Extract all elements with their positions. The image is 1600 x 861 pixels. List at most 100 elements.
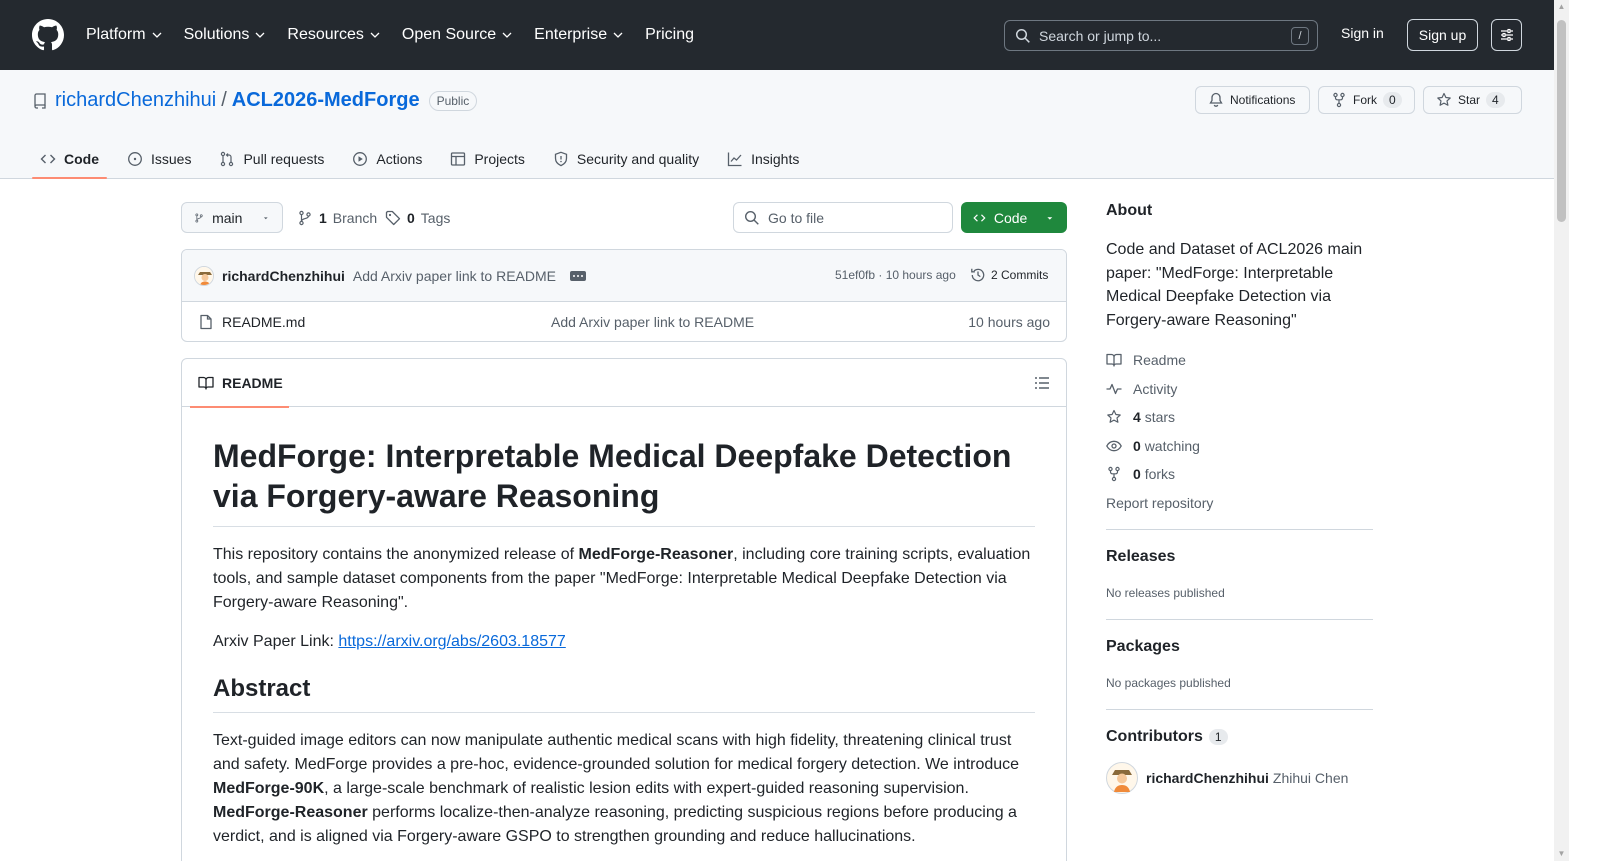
star-count: 4: [1486, 92, 1505, 108]
code-icon: [973, 213, 986, 222]
search-placeholder: Search or jump to...: [1039, 27, 1162, 44]
tab-code[interactable]: Code: [32, 140, 107, 179]
watching-label: watching: [1144, 437, 1200, 454]
about-links: Readme Activity 4 stars 0 watching 0 for…: [1106, 346, 1373, 517]
readme-content: MedForge: Interpretable Medical Deepfake…: [182, 436, 1066, 849]
tags-link[interactable]: 0 Tags: [385, 210, 450, 226]
nav-solutions[interactable]: Solutions: [184, 26, 266, 44]
readme-link[interactable]: Readme: [1106, 346, 1373, 375]
contributors-heading[interactable]: Contributors: [1106, 728, 1203, 746]
sign-up-button[interactable]: Sign up: [1407, 19, 1478, 51]
activity-link[interactable]: Activity: [1106, 375, 1373, 404]
fork-button[interactable]: Fork 0: [1318, 86, 1415, 114]
arxiv-link[interactable]: https://arxiv.org/abs/2603.18577: [338, 633, 565, 650]
nav-open-source[interactable]: Open Source: [402, 26, 512, 44]
tab-projects[interactable]: Projects: [442, 140, 533, 178]
tab-pull-requests-label: Pull requests: [243, 151, 325, 167]
commit-message[interactable]: Add Arxiv paper link to README: [353, 268, 556, 284]
caret-down-icon: [1047, 216, 1053, 220]
file-commit-message[interactable]: Add Arxiv paper link to README: [551, 314, 754, 330]
stars-label: stars: [1144, 409, 1176, 426]
file-name-link[interactable]: README.md: [222, 314, 305, 330]
branch-count-label: Branch: [332, 210, 378, 226]
chevron-down-icon: [613, 32, 623, 38]
readme-tab[interactable]: README: [190, 359, 289, 408]
scrollbar-thumb[interactable]: [1557, 20, 1566, 222]
watching-link[interactable]: 0 watching: [1106, 432, 1373, 461]
search-icon: [1015, 28, 1030, 43]
stars-count: 4: [1133, 409, 1141, 426]
nav-pricing[interactable]: Pricing: [645, 26, 694, 44]
tab-issues[interactable]: Issues: [119, 140, 199, 178]
table-of-contents-icon[interactable]: [1034, 375, 1050, 391]
nav-solutions-label: Solutions: [183, 26, 250, 43]
book-icon: [198, 376, 214, 390]
visibility-badge: Public: [428, 90, 478, 111]
contributor-avatar[interactable]: [1106, 762, 1138, 794]
nav-platform[interactable]: Platform: [86, 26, 162, 44]
commits-count: 2 Commits: [991, 268, 1049, 282]
nav-resources[interactable]: Resources: [287, 26, 380, 44]
graph-icon: [727, 152, 742, 167]
search-input[interactable]: Search or jump to... /: [1004, 20, 1318, 51]
chevron-down-icon: [370, 32, 380, 38]
abstract-heading: Abstract: [213, 674, 1035, 713]
releases-heading[interactable]: Releases: [1106, 548, 1373, 566]
nav-pricing-label: Pricing: [645, 26, 694, 43]
branch-selector[interactable]: main: [181, 202, 283, 233]
tab-security[interactable]: Security and quality: [545, 140, 707, 178]
readme-intro: This repository contains the anonymized …: [213, 543, 1035, 615]
notifications-button[interactable]: Notifications: [1195, 86, 1310, 114]
commit-hash-time[interactable]: 51ef0fb · 10 hours ago: [835, 268, 956, 282]
contributor-item[interactable]: richardChenzhihui Zhihui Chen: [1106, 762, 1373, 794]
branches-link[interactable]: 1 Branch: [297, 210, 377, 226]
repo-icon: [34, 92, 46, 109]
arxiv-line: Arxiv Paper Link: https://arxiv.org/abs/…: [213, 630, 1035, 654]
star-button[interactable]: Star 4: [1423, 86, 1522, 114]
pulse-icon: [1106, 383, 1122, 394]
repo-name-link[interactable]: ACL2026-MedForge: [232, 89, 420, 112]
page-scrollbar[interactable]: ▲ ▼: [1554, 0, 1569, 861]
search-icon: [744, 210, 759, 225]
nav-enterprise[interactable]: Enterprise: [534, 26, 623, 44]
tab-actions[interactable]: Actions: [344, 140, 430, 178]
sign-in-link[interactable]: Sign in: [1341, 25, 1384, 41]
branch-icon: [195, 212, 203, 223]
packages-heading[interactable]: Packages: [1106, 638, 1373, 656]
forks-link[interactable]: 0 forks: [1106, 460, 1373, 489]
activity-link-label: Activity: [1133, 380, 1178, 397]
fork-icon: [1108, 467, 1120, 482]
pull-request-icon: [221, 151, 234, 167]
tab-pull-requests[interactable]: Pull requests: [211, 140, 332, 178]
report-repository-link[interactable]: Report repository: [1106, 489, 1373, 518]
scroll-up-arrow-icon[interactable]: ▲: [1557, 2, 1566, 12]
bell-icon: [1209, 92, 1223, 107]
commit-details-toggle[interactable]: [570, 270, 586, 281]
abstract-bold-model: MedForge-Reasoner: [213, 804, 368, 821]
intro-text-start: This repository contains the anonymized …: [213, 546, 579, 563]
intro-bold-model: MedForge-Reasoner: [578, 546, 734, 563]
fork-icon: [1333, 92, 1345, 108]
packages-section: Packages No packages published: [1106, 620, 1373, 709]
tab-insights[interactable]: Insights: [719, 140, 807, 178]
watching-count: 0: [1133, 437, 1141, 454]
scroll-down-arrow-icon[interactable]: ▼: [1557, 849, 1566, 859]
contributors-count: 1: [1208, 729, 1228, 745]
nav-resources-label: Resources: [287, 26, 364, 43]
repo-path-separator: /: [221, 89, 227, 111]
repo-owner-link[interactable]: richardChenzhihui: [55, 89, 216, 112]
author-avatar[interactable]: [194, 265, 214, 286]
readme-header: README: [182, 359, 1066, 408]
site-menu-button[interactable]: [1491, 19, 1522, 51]
chevron-down-icon: [502, 32, 512, 38]
commit-author[interactable]: richardChenzhihui: [222, 268, 345, 284]
go-to-file-input[interactable]: Go to file: [733, 202, 953, 233]
abstract-part-2: , a large-scale benchmark of realistic l…: [324, 780, 969, 797]
readme-link-label: Readme: [1133, 352, 1186, 369]
releases-section: Releases No releases published: [1106, 530, 1373, 619]
commits-history-link[interactable]: 2 Commits: [970, 267, 1048, 283]
github-logo-icon[interactable]: [32, 19, 64, 51]
stars-link[interactable]: 4 stars: [1106, 403, 1373, 432]
code-dropdown-button[interactable]: Code: [961, 202, 1067, 233]
nav-platform-label: Platform: [86, 26, 146, 43]
